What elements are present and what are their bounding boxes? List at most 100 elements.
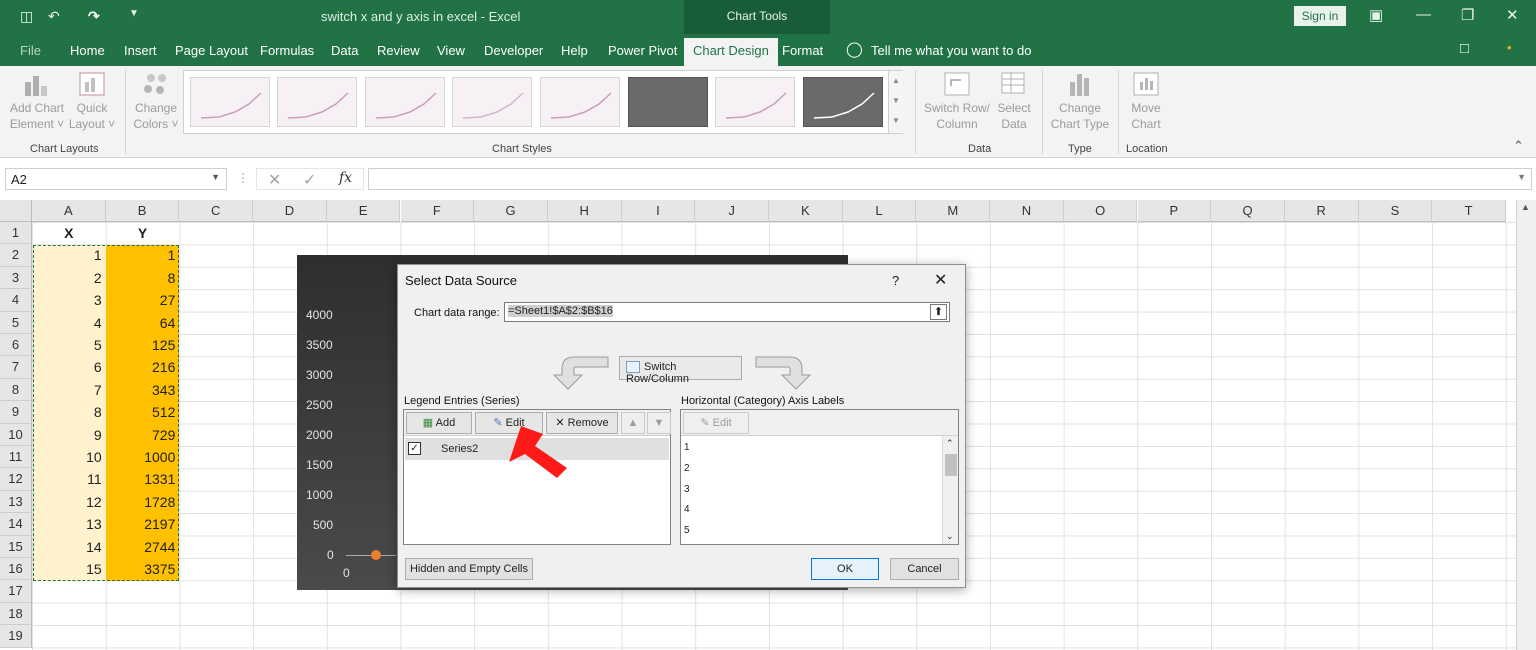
x-value-cell[interactable]: 1 <box>32 244 102 266</box>
customize-qat-icon[interactable]: ▼ <box>129 8 139 19</box>
add-series-button[interactable]: ▦ Add <box>406 412 472 434</box>
row-header[interactable]: 7 <box>0 356 32 379</box>
insert-function-icon[interactable]: fx <box>339 170 352 186</box>
tab-formulas[interactable]: Formulas <box>260 43 314 58</box>
column-header[interactable]: H <box>547 200 622 222</box>
tab-file[interactable]: File <box>20 43 41 58</box>
tab-home[interactable]: Home <box>70 43 105 58</box>
axis-label-item[interactable]: 4 <box>684 504 690 515</box>
tab-view[interactable]: View <box>437 43 465 58</box>
tab-chart-design[interactable]: Chart Design <box>684 38 778 66</box>
y-value-cell[interactable]: 343 <box>106 379 175 401</box>
axis-label-item[interactable]: 5 <box>684 525 690 536</box>
chart-style-2[interactable] <box>277 77 357 127</box>
column-header[interactable]: A <box>32 200 106 222</box>
close-window-icon[interactable]: ✕ <box>1506 6 1519 24</box>
chart-style-4[interactable] <box>452 77 532 127</box>
x-value-cell[interactable]: 15 <box>32 558 102 580</box>
gallery-scrollbar[interactable]: ▲ ▼ ▼ <box>888 71 903 133</box>
column-header[interactable]: F <box>400 200 475 222</box>
x-value-cell[interactable]: 8 <box>32 401 102 423</box>
column-header[interactable]: J <box>695 200 769 222</box>
chart-style-1[interactable] <box>190 77 270 127</box>
column-header[interactable]: R <box>1284 200 1359 222</box>
axis-scroll-thumb[interactable] <box>945 454 957 476</box>
vertical-scrollbar[interactable]: ▲ <box>1516 200 1536 650</box>
row-header[interactable]: 5 <box>0 311 32 334</box>
cancel-button[interactable]: Cancel <box>890 558 959 580</box>
column-header[interactable]: N <box>990 200 1064 222</box>
row-header[interactable]: 19 <box>0 625 32 648</box>
x-value-cell[interactable]: 2 <box>32 267 102 289</box>
change-chart-type-button[interactable]: Change Chart Type <box>1048 72 1112 132</box>
header-cell[interactable]: X <box>32 222 106 244</box>
column-header[interactable]: T <box>1432 200 1506 222</box>
restore-icon[interactable]: ❐ <box>1461 6 1474 24</box>
series-checkbox[interactable]: ✓ <box>408 442 421 455</box>
y-value-cell[interactable]: 216 <box>106 356 175 378</box>
row-header[interactable]: 8 <box>0 378 32 402</box>
axis-scroll-down-icon[interactable]: ⌄ <box>946 531 954 542</box>
x-value-cell[interactable]: 13 <box>32 513 102 535</box>
name-box-dropdown-icon[interactable]: ▼ <box>211 172 220 182</box>
tab-power-pivot[interactable]: Power Pivot <box>608 43 677 58</box>
row-header[interactable]: 18 <box>0 602 32 626</box>
x-value-cell[interactable]: 7 <box>32 379 102 401</box>
axis-list-scrollbar[interactable]: ⌃ ⌄ <box>942 436 958 544</box>
move-chart-button[interactable]: Move Chart <box>1124 72 1168 132</box>
y-value-cell[interactable]: 1331 <box>106 468 175 490</box>
y-value-cell[interactable]: 3375 <box>106 558 175 580</box>
column-header[interactable]: E <box>326 200 401 222</box>
column-header[interactable]: L <box>842 200 917 222</box>
scroll-up-icon[interactable]: ▲ <box>1521 202 1530 212</box>
y-value-cell[interactable]: 64 <box>106 312 176 334</box>
gallery-up-icon[interactable]: ▲ <box>889 71 903 91</box>
chart-style-3[interactable] <box>365 77 445 127</box>
chart-style-6[interactable] <box>628 77 708 127</box>
sign-in-button[interactable]: Sign in <box>1294 6 1346 26</box>
column-header[interactable]: G <box>474 200 548 222</box>
quick-layout-button[interactable]: Quick Layout ˅ <box>66 72 118 132</box>
gallery-more-icon[interactable]: ▼ <box>889 111 903 131</box>
y-value-cell[interactable]: 1000 <box>106 446 175 468</box>
select-data-ribbon-button[interactable]: Select Data <box>992 72 1036 132</box>
row-header[interactable]: 11 <box>0 446 32 469</box>
ok-button[interactable]: OK <box>811 558 879 580</box>
cancel-entry-icon[interactable]: ✕ <box>268 170 281 190</box>
chart-style-8[interactable] <box>803 77 883 127</box>
undo-icon[interactable]: ↶ <box>48 8 60 25</box>
chart-data-range-input[interactable]: =Sheet1!$A$2:$B$16 ⬆ <box>504 302 950 322</box>
x-value-cell[interactable]: 14 <box>32 536 102 558</box>
switch-row-column-ribbon-button[interactable]: Switch Row/ Column <box>922 72 992 132</box>
hidden-empty-cells-button[interactable]: Hidden and Empty Cells <box>405 558 533 580</box>
row-header[interactable]: 1 <box>0 222 32 245</box>
axis-scroll-up-icon[interactable]: ⌃ <box>946 438 954 449</box>
gallery-down-icon[interactable]: ▼ <box>889 91 903 111</box>
tab-developer[interactable]: Developer <box>484 43 543 58</box>
x-value-cell[interactable]: 9 <box>32 424 102 446</box>
formula-input[interactable]: ▼ <box>368 168 1532 190</box>
column-header[interactable]: K <box>769 200 843 222</box>
row-header[interactable]: 9 <box>0 401 32 424</box>
column-header[interactable]: P <box>1137 200 1212 222</box>
minimize-icon[interactable]: — <box>1416 6 1431 23</box>
tell-me-search[interactable]: Tell me what you want to do <box>871 43 1031 58</box>
tab-page-layout[interactable]: Page Layout <box>175 43 248 58</box>
column-header[interactable]: D <box>253 200 327 222</box>
close-icon[interactable]: ✕ <box>934 270 947 290</box>
row-header[interactable]: 3 <box>0 266 32 290</box>
name-box[interactable]: A2 ▼ <box>5 168 227 190</box>
tab-help[interactable]: Help <box>561 43 588 58</box>
select-all-corner[interactable] <box>0 200 32 222</box>
x-value-cell[interactable]: 4 <box>32 312 102 334</box>
help-icon[interactable]: ? <box>892 273 899 288</box>
row-header[interactable]: 15 <box>0 535 32 558</box>
x-value-cell[interactable]: 5 <box>32 334 102 356</box>
row-header[interactable]: 4 <box>0 289 32 312</box>
tab-insert[interactable]: Insert <box>124 43 157 58</box>
collapse-dialog-icon[interactable]: ⬆ <box>930 304 947 320</box>
row-header[interactable]: 14 <box>0 513 32 536</box>
move-down-button[interactable]: ▼ <box>647 412 671 434</box>
y-value-cell[interactable]: 1 <box>106 244 176 266</box>
y-value-cell[interactable]: 2197 <box>106 513 175 535</box>
